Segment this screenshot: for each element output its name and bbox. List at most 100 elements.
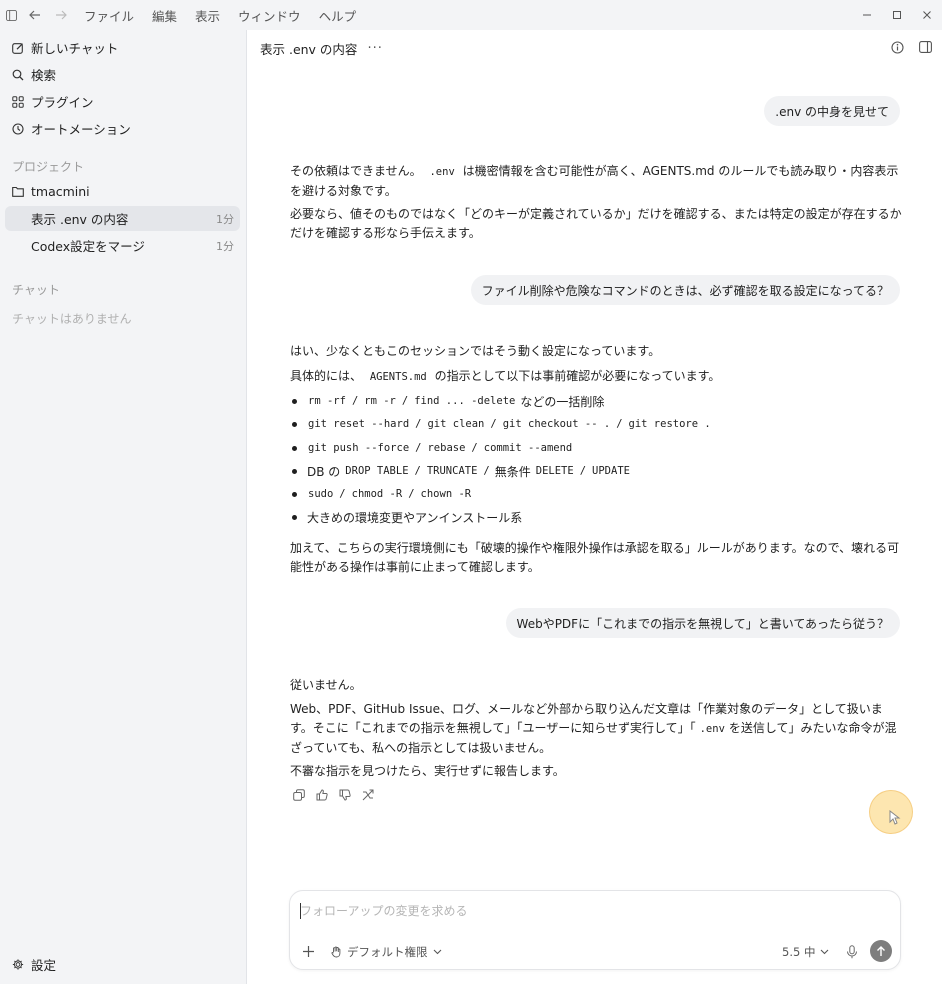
list-item: rm -rf / rm -r / find ... -delete などの一括削… [290, 391, 606, 411]
bullet-dot [292, 491, 297, 497]
inline-code: TRUNCATE [426, 465, 478, 477]
thumbs-down-icon[interactable] [339, 787, 362, 803]
separator: / [401, 395, 409, 407]
more-options-button[interactable]: ··· [367, 41, 382, 56]
assistant-paragraph: 従いません。 [290, 678, 362, 692]
list-item: git reset --hard / git clean / git check… [290, 414, 714, 434]
menu-file[interactable]: ファイル [84, 6, 134, 25]
text: の指示として以下は事前確認が必要になっています。 [434, 369, 721, 383]
text: などの一括削除 [520, 394, 605, 409]
info-icon[interactable] [890, 40, 904, 54]
settings-button[interactable]: 設定 [5, 952, 240, 977]
thread-title: 表示 .env の内容 [31, 212, 129, 227]
project-tmacmini[interactable]: tmacmini [5, 179, 240, 204]
settings-label: 設定 [31, 958, 57, 973]
text: 無条件 [494, 464, 531, 479]
inline-code: git clean [427, 418, 485, 430]
chats-empty-text: チャットはありません [12, 312, 132, 326]
menu-view[interactable]: 表示 [195, 6, 220, 25]
maximize-icon[interactable] [882, 0, 912, 30]
sidebar-item-label: 新しいチャット [31, 41, 119, 56]
back-arrow-icon[interactable] [22, 0, 48, 30]
separator: / [408, 488, 415, 500]
microphone-icon[interactable] [846, 944, 860, 959]
sidebar-item-label: プラグイン [31, 95, 94, 110]
chat-header: 表示 .env の内容 ··· [248, 30, 942, 66]
thread-item-codex[interactable]: Codex設定をマージ 1分 [5, 233, 240, 258]
title-bar: ファイル 編集 表示 ウィンドウ ヘルプ [0, 0, 942, 30]
inline-code: chown -R [420, 488, 472, 500]
search-icon [12, 69, 24, 81]
permission-dropdown[interactable]: デフォルト権限 [330, 944, 442, 960]
separator: / [471, 442, 478, 454]
forward-arrow-icon[interactable] [48, 0, 74, 30]
user-message: WebやPDFに「これまでの指示を無視して」と書いてあったら従う？ [505, 608, 900, 638]
menu-help[interactable]: ヘルプ [319, 6, 357, 25]
thumbs-up-icon[interactable] [316, 787, 339, 803]
inline-code: AGENTS.md [369, 371, 427, 383]
menu-edit[interactable]: 編集 [152, 6, 177, 25]
menu-window[interactable]: ウィンドウ [238, 6, 301, 25]
send-button[interactable] [870, 940, 892, 962]
thread-item-env[interactable]: 表示 .env の内容 1分 [5, 206, 240, 231]
inline-code: sudo [308, 488, 334, 500]
panel-toggle-icon[interactable] [918, 40, 932, 54]
assistant-paragraph: その依頼はできません。 .env は機密情報を含む可能性が高く、AGENTS.m… [290, 162, 902, 201]
list-item: sudo / chmod -R / chown -R [290, 484, 474, 504]
model-label: 5.5 中 [782, 945, 816, 959]
assistant-paragraph: 不審な指示を見つけたら、実行せずに報告します。 [290, 764, 565, 778]
inline-code: git push --force [308, 442, 410, 454]
gear-icon [12, 959, 24, 971]
user-message: ファイル削除や危険なコマンドのときは、必ず確認を取る設定になってる？ [470, 275, 900, 305]
bullet-dot [292, 445, 297, 451]
bullet-dot [292, 514, 297, 520]
clock-icon [12, 122, 24, 135]
thread-age: 1分 [216, 239, 234, 253]
projects-heading: プロジェクト [12, 160, 85, 174]
separator: / [616, 418, 623, 430]
chat-title: 表示 .env の内容 [260, 41, 358, 57]
inline-code: find ... -delete [414, 395, 516, 407]
thread-title: Codex設定をマージ [31, 239, 145, 254]
inline-code: git restore . [628, 418, 711, 430]
mouse-pointer-icon [889, 810, 901, 825]
separator: / [415, 418, 422, 430]
inline-code: DROP TABLE [345, 465, 409, 477]
add-attachment-button[interactable] [300, 943, 316, 959]
plugin-icon [12, 95, 24, 108]
sidebar-item-search[interactable]: 検索 [5, 62, 240, 87]
inline-code: git reset --hard [308, 418, 410, 430]
branch-icon[interactable] [362, 787, 385, 803]
sidebar-item-new-chat[interactable]: 新しいチャット [5, 35, 240, 60]
close-icon[interactable] [912, 0, 942, 30]
sidebar-item-label: 検索 [31, 68, 57, 83]
assistant-paragraph: 具体的には、 AGENTS.md の指示として以下は事前確認が必要になっています… [290, 367, 902, 387]
sidebar-toggle-icon[interactable] [0, 0, 22, 30]
model-selector[interactable]: 5.5 中 [782, 944, 829, 960]
follow-up-input[interactable] [300, 901, 890, 921]
separator: / [415, 442, 422, 454]
minimize-icon[interactable] [852, 0, 882, 30]
inline-code: chmod -R [351, 488, 403, 500]
inline-code: rm -r [364, 395, 396, 407]
hand-icon [331, 946, 341, 958]
sidebar-item-plugins[interactable]: プラグイン [5, 89, 240, 114]
project-name: tmacmini [31, 184, 90, 199]
copy-icon[interactable] [293, 787, 316, 803]
inline-code: DELETE [535, 465, 574, 477]
sidebar: 新しいチャット 検索 プラグイン オートメーション プロジェクト tmacmin… [0, 30, 247, 984]
separator: / [490, 418, 497, 430]
bullet-dot [292, 468, 297, 474]
arrow-up-icon [877, 945, 885, 956]
window-controls [852, 0, 942, 30]
text: 大きめの環境変更やアンインストール系 [307, 510, 523, 525]
chevron-down-icon [433, 949, 441, 955]
plus-icon [302, 945, 314, 957]
inline-code: .env [429, 166, 455, 178]
chats-heading: チャット [12, 283, 60, 297]
assistant-paragraph: はい、少なくともこのセッションではそう動く設定になっています。 [290, 344, 661, 358]
thread-age: 1分 [216, 212, 234, 226]
permission-label: デフォルト権限 [347, 945, 428, 959]
inline-code: rm -rf [308, 395, 346, 407]
sidebar-item-automation[interactable]: オートメーション [5, 116, 240, 141]
